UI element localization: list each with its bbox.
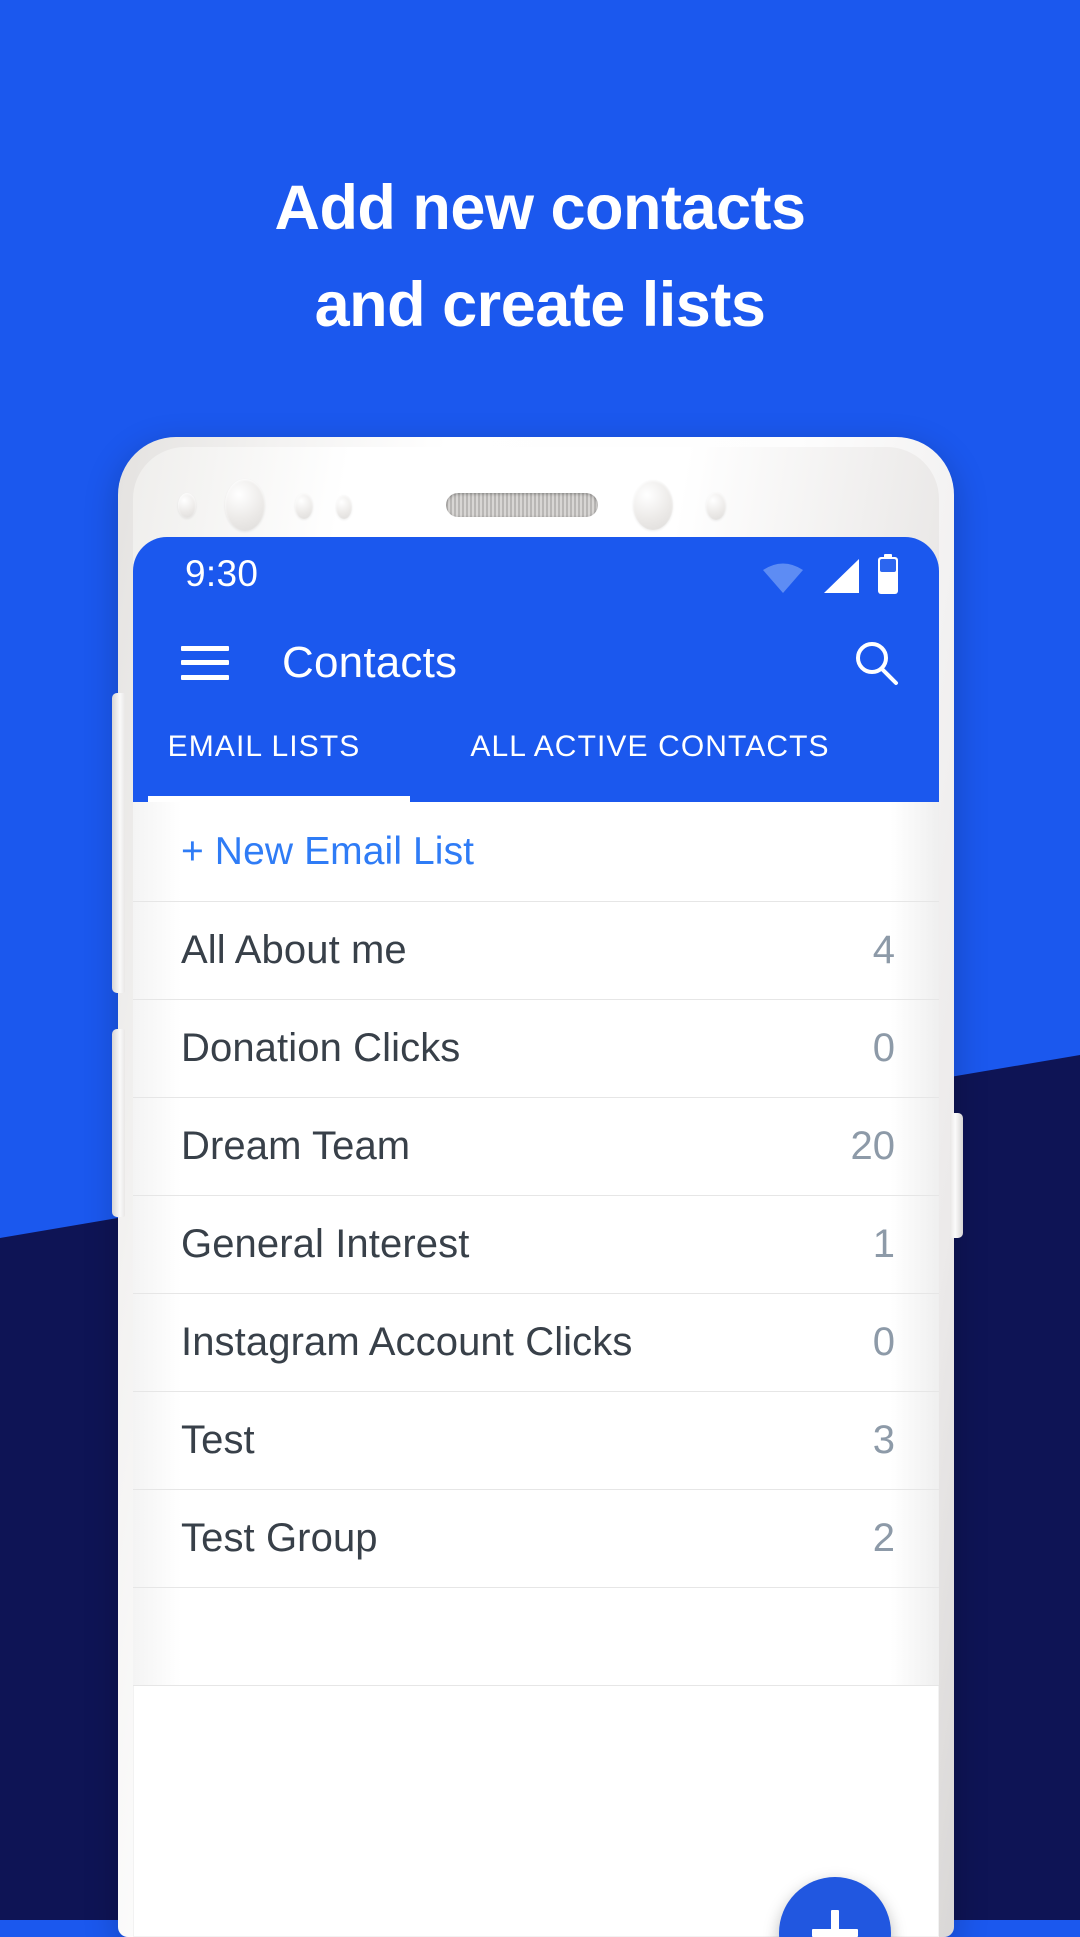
list-item-name: Test [181,1418,255,1462]
list-item-count: 1 [872,1222,895,1266]
battery-icon [878,554,898,594]
tab-all-active-contacts-label: ALL ACTIVE CONTACTS [470,730,830,763]
tab-email-lists-label: EMAIL LISTS [167,730,361,763]
list-item-name: Instagram Account Clicks [181,1320,633,1364]
app-blue-header: 9:30 Contacts EMAIL LISTS ALL ACTIVE CON… [133,537,939,802]
list-item[interactable]: Test Group 2 [133,1490,939,1588]
new-email-list-label: + New Email List [181,829,475,873]
app-toolbar: Contacts [133,611,939,714]
earpiece-speaker-icon [446,493,598,517]
promo-headline: Add new contacts and create lists [0,160,1080,354]
tab-email-lists[interactable]: EMAIL LISTS [133,714,395,802]
list-item-count: 0 [872,1026,895,1070]
tab-all-active-contacts[interactable]: ALL ACTIVE CONTACTS [395,714,939,802]
list-item[interactable]: All About me 4 [133,902,939,1000]
page-title: Contacts [282,637,458,687]
list-item-count: 0 [872,1320,895,1364]
search-icon[interactable] [853,640,899,686]
status-bar: 9:30 [133,537,939,611]
phone-mockup: 9:30 Contacts EMAIL LISTS ALL ACTIVE CON… [100,437,972,1937]
volume-up-button[interactable] [112,693,125,993]
list-item[interactable]: Donation Clicks 0 [133,1000,939,1098]
status-bar-time: 9:30 [185,553,259,594]
signal-icon [824,559,859,593]
front-camera-icon [225,479,265,531]
iris-scanner-icon [633,480,673,530]
list-item-count: 2 [872,1516,895,1560]
list-item-name: General Interest [181,1222,470,1266]
plus-icon [812,1910,858,1937]
phone-sensor-row [133,467,939,542]
tab-bar: EMAIL LISTS ALL ACTIVE CONTACTS [133,714,939,802]
status-bar-icons [761,554,899,594]
list-item-name: Test Group [181,1516,378,1560]
list-item[interactable]: Instagram Account Clicks 0 [133,1294,939,1392]
list-item-name: All About me [181,928,407,972]
list-item-count: 4 [872,928,895,972]
list-item-name: Dream Team [181,1124,411,1168]
list-item[interactable]: Dream Team 20 [133,1098,939,1196]
hamburger-menu-icon[interactable] [181,645,229,680]
list-item-count: 20 [850,1124,896,1168]
list-item[interactable]: Test 3 [133,1392,939,1490]
volume-down-button[interactable] [112,1029,125,1217]
phone-screen: 9:30 Contacts EMAIL LISTS ALL ACTIVE CON… [133,537,939,1937]
ir-sensor-icon [336,495,352,519]
power-button[interactable] [950,1113,963,1238]
new-email-list-row[interactable]: + New Email List [133,802,939,902]
headline-line-2: and create lists [314,270,766,340]
add-contact-fab[interactable] [779,1877,891,1937]
email-lists-list: + New Email List All About me 4 Donation… [133,802,939,1686]
list-item-partial[interactable] [133,1588,939,1686]
headline-line-1: Add new contacts [274,173,806,243]
wifi-icon [763,563,803,593]
active-tab-indicator [148,796,410,802]
list-item-name: Donation Clicks [181,1026,461,1070]
light-sensor-icon [295,493,313,519]
proximity-sensor-icon [178,493,196,518]
list-item[interactable]: General Interest 1 [133,1196,939,1294]
list-item-count: 3 [872,1418,895,1462]
status-led-icon [706,492,726,520]
